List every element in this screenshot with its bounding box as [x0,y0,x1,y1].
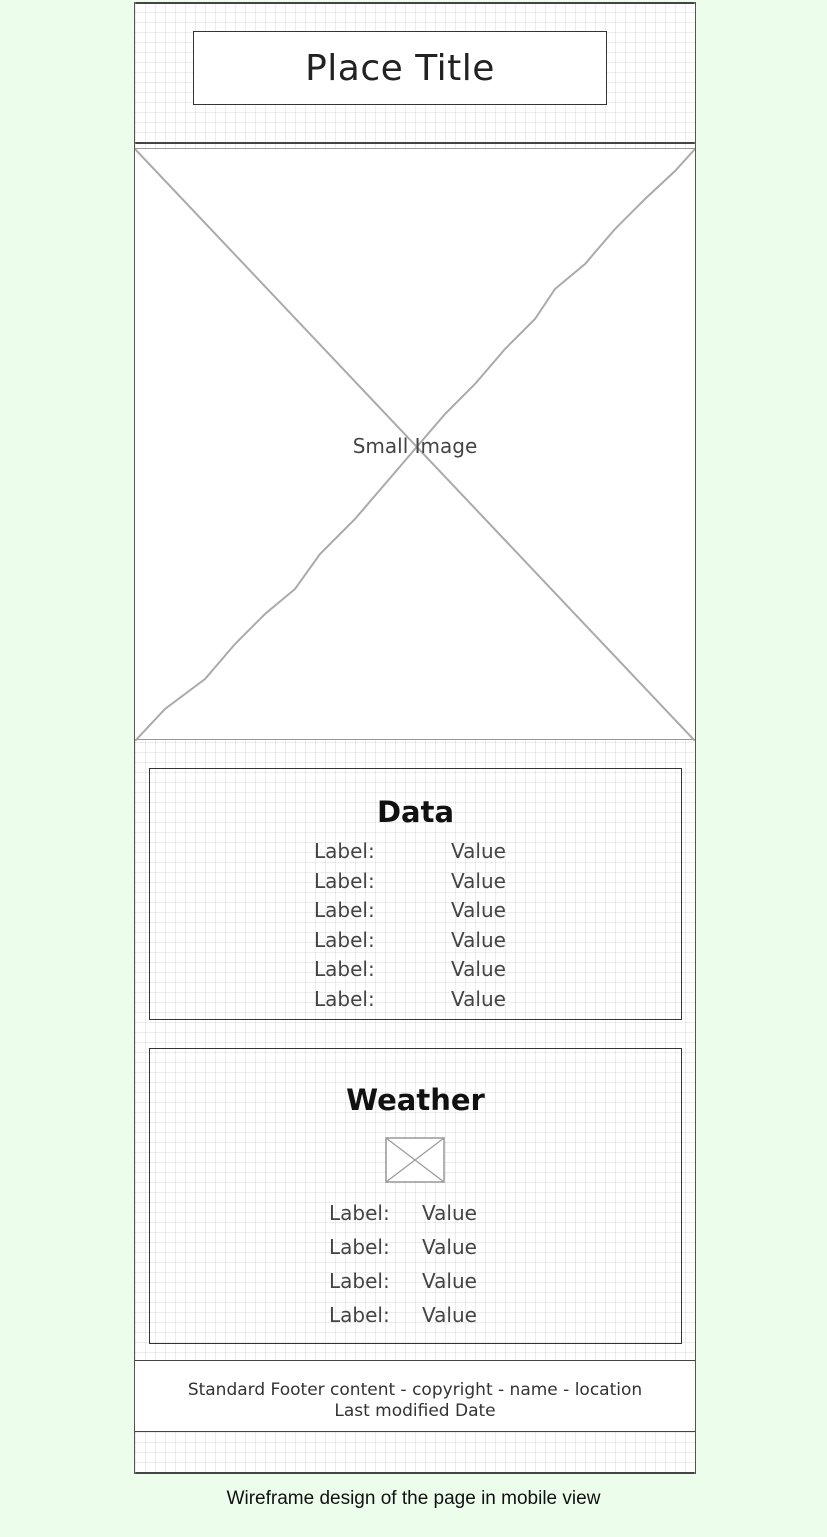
weather-row-value: Value [422,1235,477,1259]
title-box: Place Title [193,31,607,105]
weather-heading: Weather [346,1083,485,1117]
footer-copyright: Standard Footer content - copyright - na… [187,1380,643,1400]
weather-row-label: Label: [329,1303,390,1327]
frame-top-border [135,2,695,4]
data-row-label: Label: [314,987,375,1011]
frame-bottom-border [135,1472,695,1474]
data-heading: Data [376,795,455,829]
image-caption: Small Image [352,434,478,458]
footer-last-modified: Last modified Date [334,1401,496,1421]
data-section: Data Label: Value Label: Value Label: Va… [149,768,682,1020]
small-image-placeholder: Small Image [135,148,695,741]
data-row-label: Label: [314,869,375,893]
weather-section: Weather Label: Value Label: Value Label:… [149,1048,682,1344]
data-row-label: Label: [314,957,375,981]
weather-row-value: Value [422,1201,477,1225]
weather-row-label: Label: [329,1201,390,1225]
image-placeholder-icon [385,1137,445,1183]
weather-row-label: Label: [329,1269,390,1293]
data-row-value: Value [451,869,506,893]
data-row-value: Value [451,987,506,1011]
weather-row-value: Value [422,1303,477,1327]
footer: Standard Footer content - copyright - na… [135,1360,695,1432]
data-row-value: Value [451,839,506,863]
data-row-label: Label: [314,928,375,952]
mobile-wireframe-frame: Place Title Small Image Data Label: Valu… [134,2,696,1474]
page-title: Place Title [305,47,495,89]
data-row-value: Value [451,957,506,981]
data-row-value: Value [451,928,506,952]
data-row-label: Label: [314,898,375,922]
data-row-label: Label: [314,839,375,863]
header-bottom-border [135,142,695,144]
weather-row-value: Value [422,1269,477,1293]
weather-row-label: Label: [329,1235,390,1259]
figure-caption: Wireframe design of the page in mobile v… [226,1488,601,1509]
data-row-value: Value [451,898,506,922]
